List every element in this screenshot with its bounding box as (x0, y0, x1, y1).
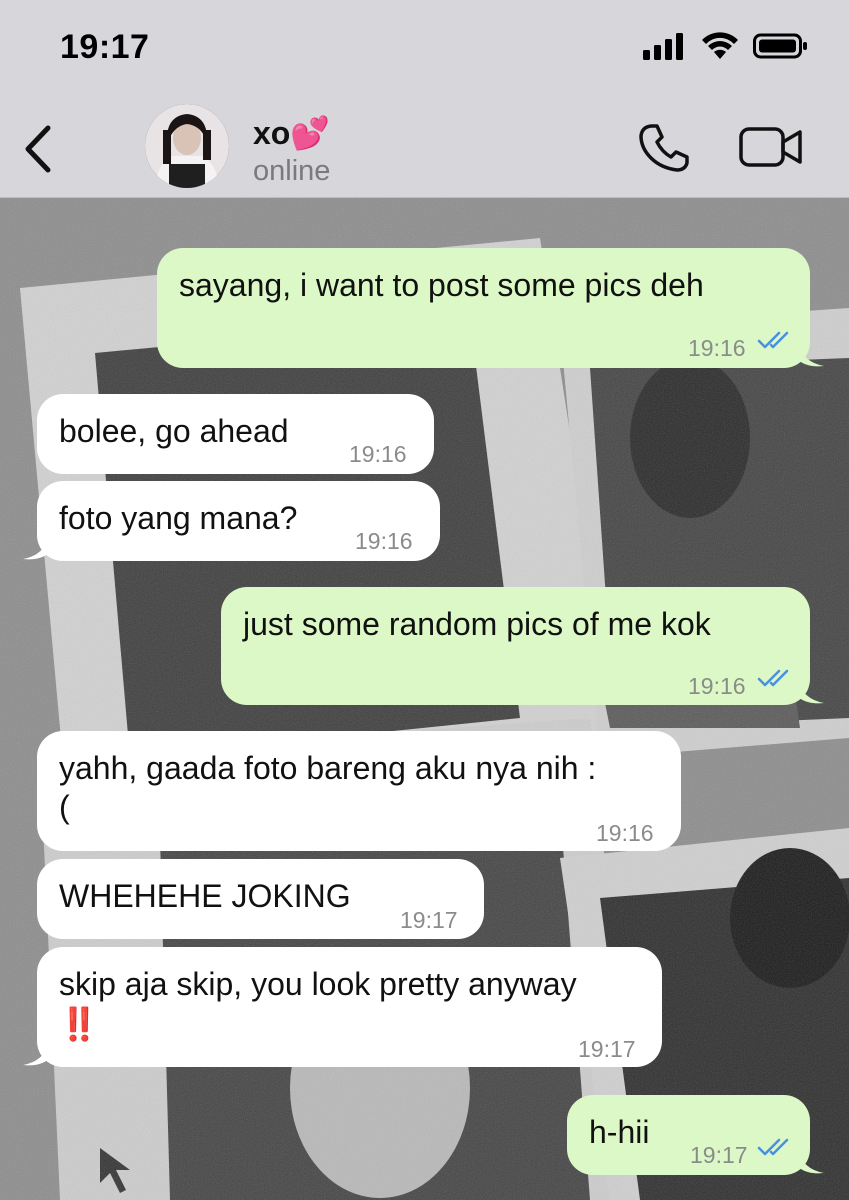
chat-area[interactable]: sayang, i want to post some pics deh 19:… (0, 198, 849, 1200)
bubble-tail (798, 679, 824, 704)
message-time: 19:16 (688, 673, 746, 699)
message-incoming[interactable]: bolee, go ahead 19:16 (37, 394, 434, 474)
message-time: 19:16 (349, 441, 407, 467)
message-incoming[interactable]: yahh, gaada foto bareng aku nya nih : ( … (37, 731, 681, 851)
bubble-tail (798, 342, 824, 367)
chat-header: xo💕 online (0, 100, 849, 198)
message-emoji: ‼️ (59, 1006, 99, 1042)
status-time: 19:17 (60, 28, 150, 66)
message-text: WHEHEHE JOKING (59, 878, 351, 914)
message-incoming[interactable]: skip aja skip, you look pretty anyway ‼️… (37, 947, 662, 1067)
double-check-icon (757, 669, 789, 687)
contact-name[interactable]: xo💕 (253, 114, 330, 152)
message-outgoing[interactable]: sayang, i want to post some pics deh 19:… (157, 248, 810, 368)
status-icons (643, 32, 809, 60)
message-time: 19:17 (578, 1036, 636, 1062)
message-text-continued: ( (59, 789, 70, 825)
signal-icon (643, 33, 683, 60)
message-time: 19:17 (690, 1142, 748, 1168)
contact-status: online (253, 155, 331, 187)
chevron-left-icon[interactable] (18, 122, 58, 176)
message-time: 19:16 (596, 820, 654, 846)
message-time: 19:16 (355, 528, 413, 554)
message-outgoing[interactable]: h-hii 19:17 (567, 1095, 810, 1175)
wifi-icon (702, 32, 738, 59)
message-text: sayang, i want to post some pics deh (179, 267, 704, 303)
double-check-icon (757, 331, 789, 349)
message-incoming[interactable]: WHEHEHE JOKING 19:17 (37, 859, 484, 939)
video-camera-icon[interactable] (738, 124, 804, 170)
message-text: h-hii (589, 1114, 650, 1150)
message-outgoing[interactable]: just some random pics of me kok 19:16 (221, 587, 810, 705)
message-time: 19:17 (400, 907, 458, 933)
message-text: yahh, gaada foto bareng aku nya nih : (59, 750, 597, 786)
bubble-tail (798, 1149, 824, 1174)
avatar[interactable] (145, 104, 229, 188)
battery-icon (753, 33, 807, 59)
message-incoming[interactable]: foto yang mana? 19:16 (37, 481, 440, 561)
message-text: just some random pics of me kok (243, 606, 711, 642)
bubble-tail (23, 1041, 49, 1066)
message-text: bolee, go ahead (59, 413, 289, 449)
bubble-tail (23, 535, 49, 560)
message-text: foto yang mana? (59, 500, 298, 536)
status-bar: 19:17 (0, 0, 849, 100)
message-text: skip aja skip, you look pretty anyway (59, 966, 577, 1002)
message-time: 19:16 (688, 335, 746, 361)
double-check-icon (757, 1138, 789, 1156)
phone-icon[interactable] (637, 120, 693, 176)
